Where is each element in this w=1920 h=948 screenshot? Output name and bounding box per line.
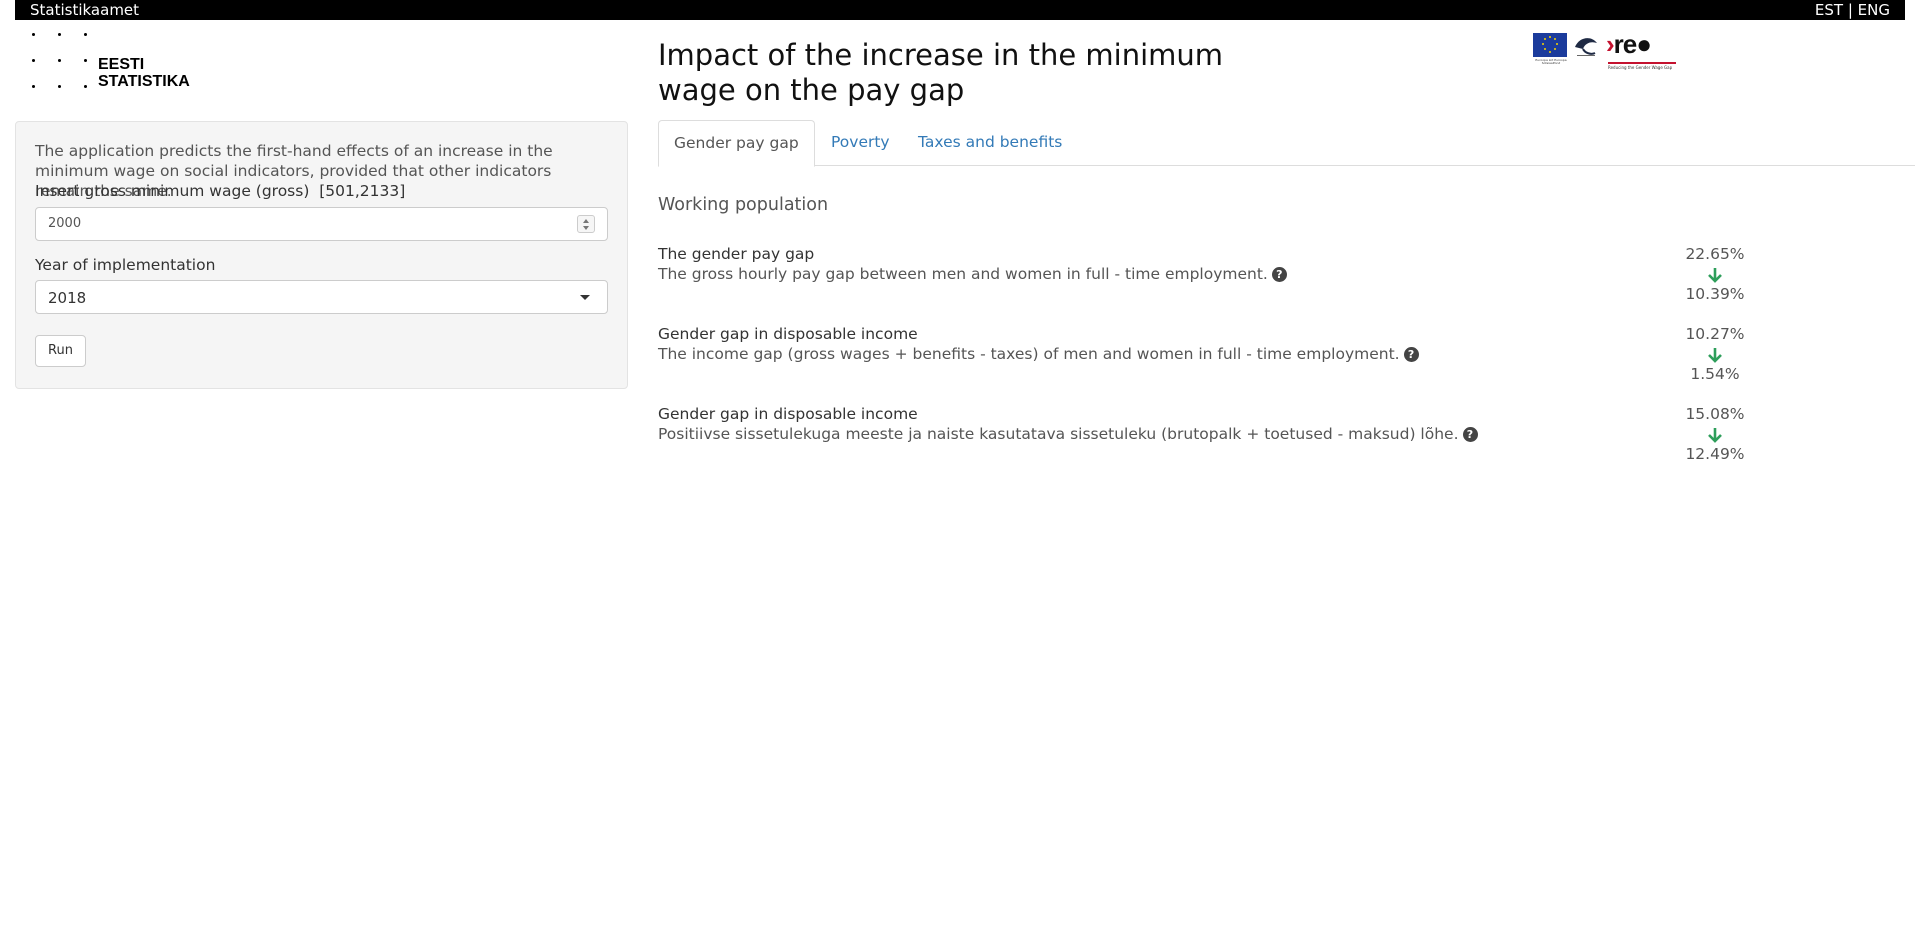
indicator-title: Gender gap in disposable income (658, 405, 918, 423)
lang-est-link[interactable]: EST (1815, 1, 1843, 19)
reke-mark: ›re● (1606, 29, 1652, 59)
run-button[interactable]: Run (35, 335, 86, 367)
logo-dot (58, 59, 61, 62)
indicator-description: The income gap (gross wages + benefits -… (658, 345, 1419, 363)
logo-dot (84, 59, 87, 62)
section-title: Working population (658, 195, 829, 215)
tab-poverty[interactable]: Poverty (816, 120, 905, 166)
input-panel: The application predicts the first-hand … (15, 121, 628, 389)
tab-gender-pay-gap[interactable]: Gender pay gap (658, 120, 815, 167)
logo-dot (32, 85, 35, 88)
question-circle-icon[interactable]: ? (1462, 427, 1478, 442)
top-bar: Statistikaamet EST | ENG (15, 0, 1905, 20)
reke-logo: ›re● Reducing the Gender Wage Gap (1606, 29, 1678, 73)
value-after: 12.49% (1685, 445, 1745, 463)
indicator-description: Positiivse sissetulekuga meeste ja naist… (658, 425, 1478, 443)
logo-word-eesti: EESTI (98, 56, 145, 73)
org-name: Statistikaamet (30, 1, 140, 19)
logo-dot (84, 85, 87, 88)
reke-caption: Reducing the Gender Wage Gap (1608, 65, 1673, 70)
spinner-down-icon[interactable] (583, 226, 589, 230)
value-before: 10.27% (1685, 325, 1745, 343)
wage-label: Insert gross minimum wage (gross) [501,2… (35, 182, 406, 200)
page-title: Impact of the increase in the minimum wa… (658, 38, 1224, 107)
spinner-up-icon[interactable] (583, 219, 589, 223)
partner-logos: Euroopa Liit Euroopa Sotsiaalfond ›re● R… (1533, 29, 1678, 74)
arrow-down-icon (1708, 428, 1722, 443)
indicator-description: The gross hourly pay gap between men and… (658, 265, 1287, 283)
year-select-value: 2018 (48, 289, 87, 307)
logo-dot (58, 85, 61, 88)
indicator-title: The gender pay gap (658, 245, 815, 263)
estonian-bird-icon (1575, 38, 1597, 56)
lang-eng-link[interactable]: ENG (1858, 1, 1890, 19)
question-circle-icon[interactable]: ? (1403, 347, 1419, 362)
eu-caption: Euroopa Liit Euroopa Sotsiaalfond (1535, 58, 1567, 65)
caret-down-icon (580, 295, 590, 300)
logo-dot (58, 33, 61, 36)
year-select[interactable]: 2018 (35, 280, 608, 314)
logo-dot (84, 33, 87, 36)
arrow-down-icon (1708, 348, 1722, 363)
tab-bar: Gender pay gap Poverty Taxes and benefit… (658, 120, 1915, 167)
tab-taxes-and-benefits[interactable]: Taxes and benefits (903, 120, 1077, 166)
language-switcher: EST | ENG (1815, 0, 1890, 20)
year-label: Year of implementation (35, 256, 216, 274)
minimum-wage-input[interactable]: 2000 (35, 207, 608, 241)
lang-separator: | (1847, 1, 1853, 19)
question-circle-icon[interactable]: ? (1271, 267, 1287, 282)
eu-flag-icon (1533, 33, 1567, 57)
number-spinner[interactable] (577, 215, 595, 233)
reke-caption-line (1608, 62, 1676, 64)
value-before: 15.08% (1685, 405, 1745, 423)
arrow-down-icon (1708, 268, 1722, 283)
logo-word-statistika: STATISTIKA (98, 73, 190, 90)
indicator-title: Gender gap in disposable income (658, 325, 918, 343)
value-after: 10.39% (1685, 285, 1745, 303)
value-before: 22.65% (1685, 245, 1745, 263)
eesti-statistika-logo[interactable]: EESTI STATISTIKA (30, 28, 200, 92)
logo-dot (32, 33, 35, 36)
minimum-wage-value: 2000 (48, 216, 82, 231)
value-after: 1.54% (1690, 365, 1740, 383)
logo-dot (32, 59, 35, 62)
